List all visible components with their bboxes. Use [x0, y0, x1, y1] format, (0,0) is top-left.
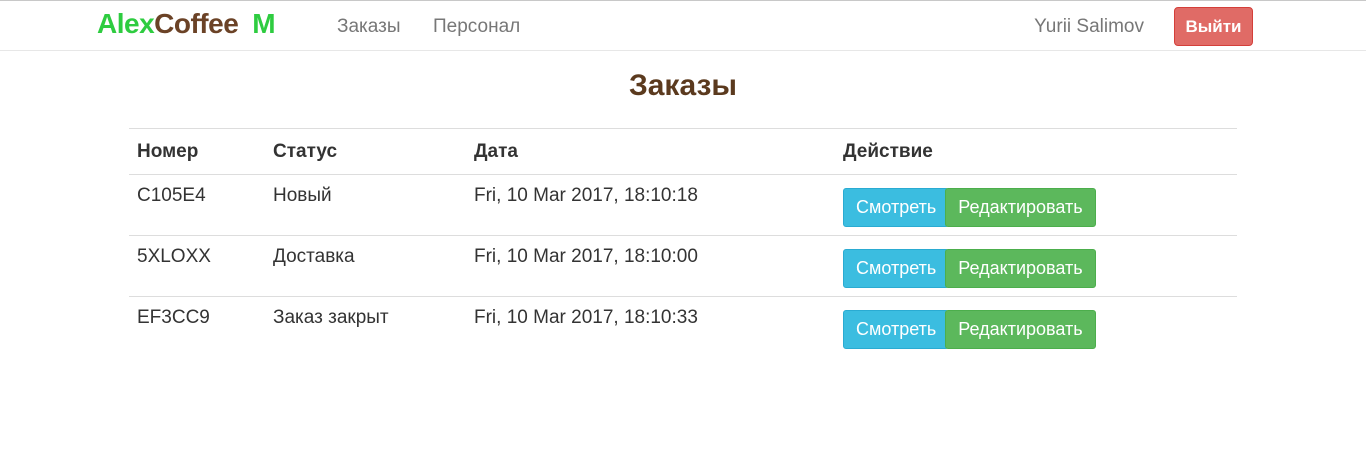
order-actions: Смотреть Редактировать	[835, 297, 1237, 358]
brand-logo-part-alex: Alex	[97, 8, 155, 39]
view-button[interactable]: Смотреть	[843, 249, 950, 288]
view-button[interactable]: Смотреть	[843, 188, 950, 227]
order-number: C105E4	[129, 174, 265, 236]
order-status: Заказ закрыт	[273, 307, 389, 328]
order-number: EF3CC9	[137, 307, 210, 328]
order-status: Новый	[265, 174, 466, 236]
order-status: Доставка	[265, 235, 466, 297]
order-number: 5XLOXX	[129, 235, 265, 297]
column-header-date: Дата	[466, 128, 835, 175]
nav-link-orders[interactable]: Заказы	[337, 15, 401, 39]
column-header-action: Действие	[835, 128, 1237, 175]
brand-logo-part-coffee: Coffee	[154, 8, 239, 39]
orders-table: Номер Статус Дата Действие C105E4 Новый …	[129, 128, 1237, 357]
edit-button[interactable]: Редактировать	[945, 188, 1096, 227]
edit-button[interactable]: Редактировать	[945, 310, 1096, 349]
top-navbar: AlexCoffee M Заказы Персонал Yurii Salimo…	[0, 0, 1366, 51]
view-button[interactable]: Смотреть	[843, 310, 950, 349]
order-date: Fri, 10 Mar 2017, 18:10:18	[466, 174, 835, 236]
order-actions: Смотреть Редактировать	[835, 174, 1237, 236]
user-name[interactable]: Yurii Salimov	[1034, 15, 1144, 39]
table-row: EF3CC9 Заказ закрыт Fri, 10 Mar 2017, 18…	[129, 297, 1237, 358]
column-header-number: Номер	[129, 128, 265, 175]
nav-link-staff[interactable]: Персонал	[433, 15, 520, 39]
table-row: C105E4 Новый Fri, 10 Mar 2017, 18:10:18 …	[129, 174, 1237, 236]
brand-logo-part-m: M	[252, 8, 276, 39]
brand-logo[interactable]: AlexCoffee M	[97, 6, 276, 42]
table-header-row: Номер Статус Дата Действие	[129, 128, 1237, 175]
order-actions: Смотреть Редактировать	[835, 235, 1237, 297]
order-date: Fri, 10 Mar 2017, 18:10:33	[474, 307, 698, 328]
order-date: Fri, 10 Mar 2017, 18:10:00	[466, 235, 835, 297]
column-header-status: Статус	[265, 128, 466, 175]
page-title: Заказы	[628, 69, 738, 102]
table-row: 5XLOXX Доставка Fri, 10 Mar 2017, 18:10:…	[129, 235, 1237, 297]
edit-button[interactable]: Редактировать	[945, 249, 1096, 288]
logout-button[interactable]: Выйти	[1174, 7, 1253, 46]
